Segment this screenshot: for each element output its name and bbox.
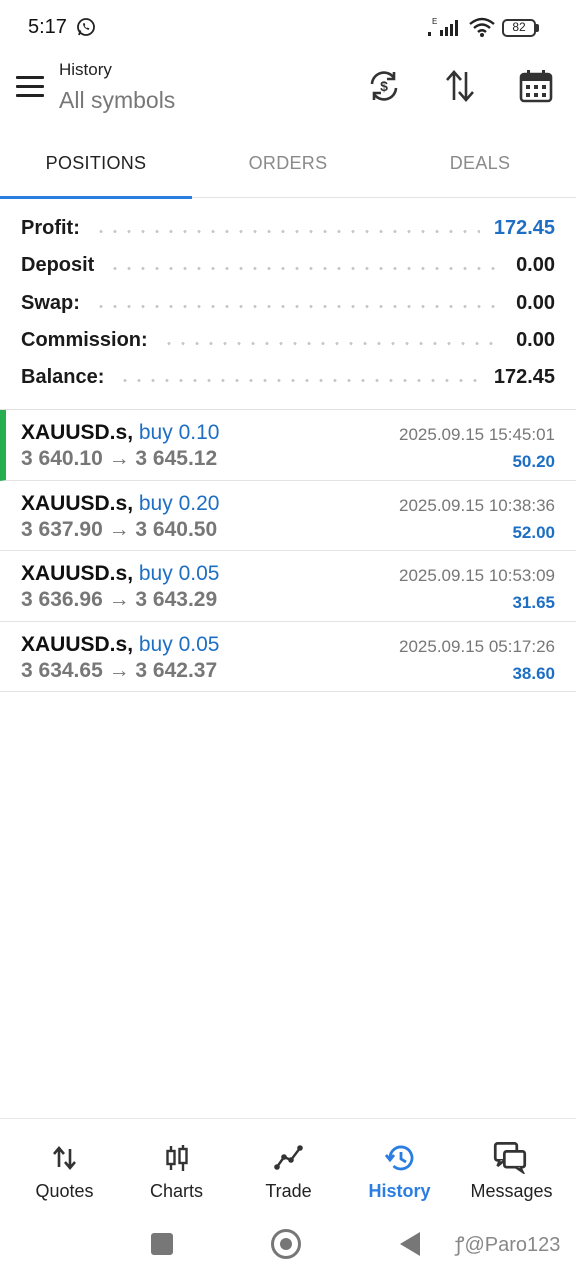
nav-charts[interactable]: Charts	[119, 1119, 234, 1211]
battery-icon: 82	[502, 19, 536, 37]
deal-symbol: XAUUSD.s,	[21, 562, 134, 585]
summary-label: Balance:	[21, 366, 105, 389]
positions-list: XAUUSD.s, buy 0.10 3 640.10 → 3 645.12 2…	[0, 410, 576, 692]
deal-side: buy 0.05	[138, 632, 220, 656]
deal-symbol-line: XAUUSD.s, buy 0.10	[21, 421, 219, 445]
deal-profit: 38.60	[512, 663, 555, 683]
sync-currency-icon[interactable]: $	[366, 68, 402, 104]
deal-side: buy 0.10	[138, 421, 220, 444]
deal-symbol-line: XAUUSD.s, buy 0.20	[21, 492, 219, 516]
active-tab-indicator	[0, 196, 192, 199]
summary-value: 172.45	[493, 217, 555, 240]
signal-icon: E	[428, 17, 458, 36]
deal-profit: 52.00	[512, 522, 555, 542]
list-item[interactable]: XAUUSD.s, buy 0.05 3 636.96 → 3 643.29 2…	[0, 551, 576, 622]
dotted-leader	[108, 267, 503, 271]
summary-value: 0.00	[516, 254, 555, 277]
sort-icon[interactable]	[442, 68, 478, 104]
svg-text:E: E	[432, 17, 437, 26]
summary-row-deposit: Deposit 0.00	[0, 247, 576, 284]
back-button[interactable]	[400, 1232, 420, 1256]
deal-prices: 3 634.65 → 3 642.37	[21, 658, 218, 682]
recent-apps-button[interactable]	[151, 1233, 173, 1255]
deal-symbol: XAUUSD.s,	[21, 632, 134, 656]
summary-label: Commission:	[21, 329, 148, 352]
deal-symbol: XAUUSD.s,	[21, 421, 134, 444]
history-icon	[385, 1145, 414, 1171]
watermark-text: @Paro123	[464, 1234, 561, 1256]
page-title: History	[59, 60, 112, 79]
deal-side: buy 0.05	[138, 562, 220, 585]
status-time: 5:17	[28, 16, 67, 38]
deal-profit: 50.20	[512, 452, 555, 471]
deal-time: 2025.09.15 05:17:26	[399, 636, 555, 656]
summary-row-balance: Balance: 172.45	[0, 359, 576, 396]
tab-bar: POSITIONS ORDERS DEALS	[0, 130, 576, 199]
nav-label: Messages	[470, 1181, 553, 1201]
dotted-leader	[118, 379, 480, 383]
wifi-icon	[469, 17, 495, 37]
watermark: ꝭ@Paro123	[455, 1230, 560, 1257]
nav-quotes[interactable]: Quotes	[7, 1119, 122, 1211]
home-dot	[280, 1238, 292, 1250]
bottom-navigation: Quotes Charts Trade History Messages	[0, 1118, 576, 1210]
tab-positions[interactable]: POSITIONS	[0, 130, 192, 199]
nav-history[interactable]: History	[342, 1119, 457, 1211]
dotted-leader	[93, 230, 480, 234]
nav-label: Quotes	[35, 1181, 94, 1201]
status-bar: 5:17 E 82	[0, 0, 576, 56]
tab-orders-label: ORDERS	[248, 153, 328, 173]
trade-icon	[274, 1145, 303, 1170]
summary-value: 172.45	[493, 366, 555, 389]
dotted-leader	[93, 304, 503, 308]
deal-prices: 3 636.96 → 3 643.29	[21, 588, 218, 611]
deal-symbol: XAUUSD.s,	[21, 491, 134, 515]
summary-panel: Profit: 172.45 Deposit 0.00 Swap: 0.00 C…	[0, 210, 576, 396]
nav-label: Charts	[149, 1181, 203, 1201]
quotes-icon	[53, 1145, 76, 1171]
messages-icon	[493, 1142, 527, 1174]
deal-prices: 3 640.10 → 3 645.12	[21, 447, 218, 470]
list-item[interactable]: XAUUSD.s, buy 0.10 3 640.10 → 3 645.12 2…	[0, 410, 576, 481]
whatsapp-icon	[77, 18, 95, 36]
deal-symbol-line: XAUUSD.s, buy 0.05	[21, 633, 219, 657]
deal-time: 2025.09.15 10:53:09	[399, 566, 555, 585]
summary-label: Profit:	[21, 217, 80, 240]
app-header: History All symbols $	[0, 56, 576, 130]
deal-side: buy 0.20	[138, 491, 220, 515]
deal-time: 2025.09.15 15:45:01	[399, 425, 555, 444]
nav-messages[interactable]: Messages	[454, 1119, 569, 1211]
battery-level: 82	[512, 20, 526, 34]
nav-label: Trade	[265, 1181, 312, 1201]
deal-profit: 31.65	[512, 593, 555, 612]
calendar-icon[interactable]	[518, 68, 554, 104]
tab-positions-label: POSITIONS	[45, 153, 147, 173]
summary-row-profit: Profit: 172.45	[0, 210, 576, 247]
tab-deals-label: DEALS	[449, 153, 511, 173]
menu-icon[interactable]	[16, 76, 44, 98]
charts-icon	[166, 1145, 188, 1171]
nav-trade[interactable]: Trade	[231, 1119, 346, 1211]
summary-label: Deposit	[21, 254, 95, 277]
summary-row-commission: Commission: 0.00	[0, 322, 576, 359]
tab-orders[interactable]: ORDERS	[192, 130, 384, 198]
symbol-filter[interactable]: All symbols	[59, 87, 175, 114]
summary-row-swap: Swap: 0.00	[0, 285, 576, 322]
svg-text:$: $	[380, 78, 388, 94]
list-item[interactable]: XAUUSD.s, buy 0.20 3 637.90 → 3 640.50 2…	[0, 481, 576, 551]
system-navigation: ꝭ@Paro123	[0, 1210, 576, 1280]
deal-time: 2025.09.15 10:38:36	[399, 495, 555, 515]
home-button[interactable]	[271, 1229, 301, 1259]
list-item[interactable]: XAUUSD.s, buy 0.05 3 634.65 → 3 642.37 2…	[0, 622, 576, 692]
deal-symbol-line: XAUUSD.s, buy 0.05	[21, 562, 219, 586]
summary-value: 0.00	[516, 329, 555, 352]
dotted-leader	[161, 342, 503, 346]
summary-value: 0.00	[516, 291, 555, 314]
deal-prices: 3 637.90 → 3 640.50	[21, 517, 218, 541]
nav-label: History	[368, 1181, 431, 1201]
battery-tip	[536, 24, 539, 32]
tab-deals[interactable]: DEALS	[384, 130, 576, 198]
summary-label: Swap:	[21, 291, 80, 314]
